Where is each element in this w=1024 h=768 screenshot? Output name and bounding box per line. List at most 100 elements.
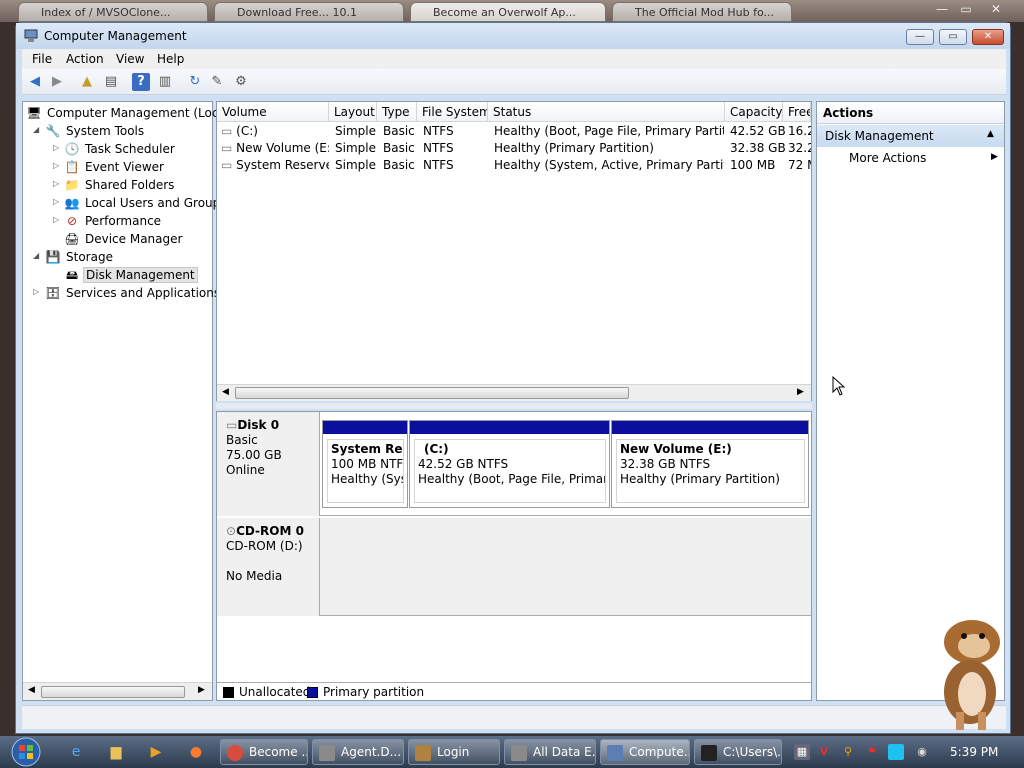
taskbar-item[interactable]: Login: [408, 739, 500, 765]
background-tab[interactable]: The Official Mod Hub fo...: [612, 2, 792, 22]
scroll-right-icon[interactable]: ▶: [797, 387, 804, 397]
clock[interactable]: 5:39 PM: [950, 745, 998, 759]
more-actions-item[interactable]: More Actions ▶: [817, 148, 1004, 168]
title-bar[interactable]: Computer Management — ▭ ✕: [16, 23, 1010, 49]
forward-arrow-icon[interactable]: ▶: [48, 73, 66, 91]
partition-e[interactable]: New Volume (E:) 32.38 GB NTFS Healthy (P…: [611, 420, 809, 508]
expand-arrow-icon[interactable]: ▷: [53, 161, 59, 170]
expand-arrow-icon[interactable]: ▷: [53, 143, 59, 152]
refresh-icon[interactable]: ↻: [186, 73, 204, 91]
partition-c[interactable]: (C:) 42.52 GB NTFS Healthy (Boot, Page F…: [409, 420, 610, 508]
tree-item-disk-management[interactable]: 🖴 Disk Management: [23, 266, 212, 284]
back-arrow-icon[interactable]: ◀: [26, 73, 44, 91]
pane-splitter[interactable]: [216, 403, 812, 409]
scroll-left-icon[interactable]: ◀: [222, 387, 229, 397]
partition-system-reserved[interactable]: System Rese 100 MB NTFS Healthy (Syst: [322, 420, 408, 508]
background-tab[interactable]: Index of / MVSOClone...: [18, 2, 208, 22]
cdrom-row[interactable]: ⊙CD-ROM 0 CD-ROM (D:) No Media: [217, 518, 811, 616]
up-folder-icon[interactable]: ▲: [78, 73, 96, 91]
taskbar-item[interactable]: All Data E...: [504, 739, 596, 765]
help-icon[interactable]: ?: [132, 73, 150, 91]
scroll-thumb[interactable]: [235, 387, 629, 399]
primary-partition-bar: [410, 421, 609, 434]
disk-label[interactable]: ⊙CD-ROM 0 CD-ROM (D:) No Media: [217, 518, 320, 616]
disk-row[interactable]: ▭Disk 0 Basic 75.00 GB Online System Res…: [217, 412, 811, 516]
menu-file[interactable]: File: [32, 52, 52, 66]
column-header-layout[interactable]: Layout: [329, 102, 377, 122]
tray-flag-icon[interactable]: ⚑: [864, 744, 880, 760]
expand-arrow-icon[interactable]: ▷: [33, 287, 39, 296]
scroll-thumb[interactable]: [41, 686, 185, 698]
disk-label[interactable]: ▭Disk 0 Basic 75.00 GB Online: [217, 412, 320, 516]
tray-antivirus-icon[interactable]: V: [816, 744, 832, 760]
taskbar-item-active[interactable]: Compute...: [600, 739, 690, 765]
tree-item-computer-management[interactable]: 🖥 Computer Management (Local: [23, 104, 229, 122]
close-button[interactable]: ✕: [972, 29, 1004, 45]
collapse-arrow-icon[interactable]: ◢: [33, 251, 39, 260]
list-horizontal-scrollbar[interactable]: ◀ ▶: [217, 384, 811, 401]
expand-arrow-icon[interactable]: ▷: [53, 215, 59, 224]
collapse-up-icon[interactable]: ▲: [987, 129, 994, 139]
tree-item-device-manager[interactable]: 🖨 Device Manager: [23, 230, 212, 248]
column-header-file-system[interactable]: File System: [417, 102, 488, 122]
tray-search-icon[interactable]: ⚲: [840, 744, 856, 760]
file-system-cell: NTFS: [423, 124, 454, 138]
maximize-button[interactable]: ▭: [939, 29, 967, 45]
background-tab[interactable]: Download Free... 10.1: [214, 2, 404, 22]
volume-icon: ▭: [221, 124, 237, 138]
start-button-icon[interactable]: [6, 736, 46, 768]
tree-item-shared-folders[interactable]: ▷ 📁 Shared Folders: [23, 176, 212, 194]
tree-item-task-scheduler[interactable]: ▷ 🕓 Task Scheduler: [23, 140, 212, 158]
table-row[interactable]: ▭ (C:) Simple Basic NTFS Healthy (Boot, …: [217, 123, 811, 140]
table-row[interactable]: ▭ System Reserved Simple Basic NTFS Heal…: [217, 157, 811, 174]
browser-close-icon[interactable]: ✕: [984, 0, 1008, 18]
column-header-type[interactable]: Type: [377, 102, 417, 122]
tree-item-system-tools[interactable]: ◢ 🔧 System Tools: [23, 122, 212, 140]
column-header-free[interactable]: Free: [783, 102, 811, 122]
settings-icon[interactable]: ⚙: [232, 73, 250, 91]
collapse-arrow-icon[interactable]: ◢: [33, 125, 39, 134]
tree-item-local-users[interactable]: ▷ 👥 Local Users and Groups: [23, 194, 227, 212]
taskbar-item[interactable]: Become ...: [220, 739, 308, 765]
scroll-left-icon[interactable]: ◀: [28, 685, 35, 695]
taskbar-item[interactable]: C:\Users\...: [694, 739, 782, 765]
tray-app-icon[interactable]: ▦: [794, 744, 810, 760]
tree-item-label: Event Viewer: [85, 160, 164, 174]
disk-type: CD-ROM (D:): [226, 539, 303, 553]
media-player-icon[interactable]: ▶: [144, 742, 168, 762]
explorer-folder-icon[interactable]: ▆: [104, 742, 128, 762]
firefox-icon[interactable]: ●: [184, 742, 208, 762]
browser-minimize-icon[interactable]: —: [930, 0, 954, 18]
taskbar-item[interactable]: Agent.D...: [312, 739, 404, 765]
task-label: Login: [437, 745, 470, 759]
show-hide-action-pane-icon[interactable]: ▥: [156, 73, 174, 91]
actions-section-disk-management[interactable]: Disk Management ▲: [817, 125, 1004, 147]
minimize-button[interactable]: —: [906, 29, 934, 45]
menu-action[interactable]: Action: [66, 52, 104, 66]
tree-item-performance[interactable]: ▷ ⊘ Performance: [23, 212, 212, 230]
tree-item-storage[interactable]: ◢ 💾 Storage: [23, 248, 212, 266]
tree-item-event-viewer[interactable]: ▷ 📋 Event Viewer: [23, 158, 212, 176]
background-tab[interactable]: Become an Overwolf Ap...: [410, 2, 606, 22]
column-header-volume[interactable]: Volume: [217, 102, 329, 122]
table-row[interactable]: ▭ New Volume (E:) Simple Basic NTFS Heal…: [217, 140, 811, 157]
column-header-status[interactable]: Status: [488, 102, 725, 122]
tray-monitor-icon[interactable]: [888, 744, 904, 760]
scroll-right-icon[interactable]: ▶: [198, 685, 205, 695]
disk-icon: 🖴: [65, 268, 79, 282]
task-label: All Data E...: [533, 745, 596, 759]
internet-explorer-icon[interactable]: e: [64, 742, 88, 762]
browser-maximize-icon[interactable]: ▭: [954, 0, 978, 18]
menu-help[interactable]: Help: [157, 52, 184, 66]
expand-arrow-icon[interactable]: ▷: [53, 179, 59, 188]
expand-arrow-icon[interactable]: ▷: [53, 197, 59, 206]
tree-horizontal-scrollbar[interactable]: ◀ ▶: [23, 682, 212, 700]
volume-name: New Volume (E:): [236, 141, 329, 155]
menu-view[interactable]: View: [116, 52, 144, 66]
show-hide-tree-icon[interactable]: ▤: [102, 73, 120, 91]
volume-icon: ▭: [221, 141, 237, 155]
tree-item-services-and-applications[interactable]: ▷ 🗄 Services and Applications: [23, 284, 220, 302]
column-header-capacity[interactable]: Capacity: [725, 102, 783, 122]
properties-icon[interactable]: ✎: [208, 73, 226, 91]
tray-volume-icon[interactable]: ◉: [914, 744, 930, 760]
